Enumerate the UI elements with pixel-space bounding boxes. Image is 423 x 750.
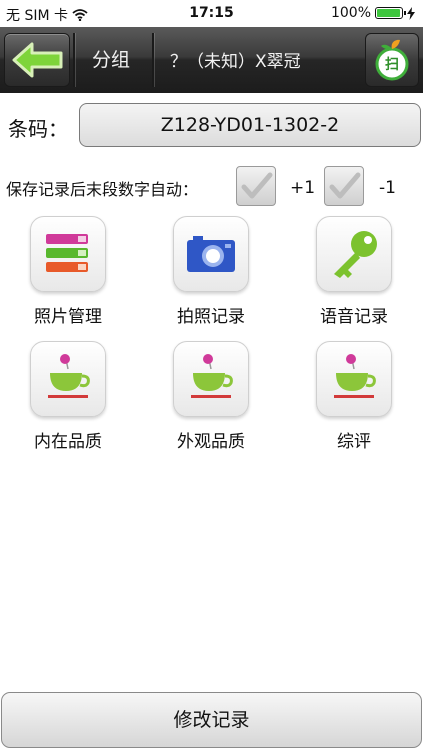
nav-separator [73,33,75,87]
take-photo-button[interactable] [173,216,249,292]
barcode-label: 条码： [8,117,68,141]
nav-separator [152,33,154,87]
outer-quality-button[interactable] [173,341,249,417]
scan-label: 扫 [385,57,399,73]
inner-quality-button[interactable] [30,341,106,417]
back-arrow-icon [12,42,63,78]
overall-review-button[interactable] [316,341,392,417]
check-icon [241,172,273,199]
overall-review-label: 综评 [337,432,371,452]
battery-fill [377,9,400,17]
group-button[interactable]: 分组 [92,45,130,72]
photo-manage-icon [46,234,88,272]
battery-icon [375,7,406,19]
tea-cup-icon [334,354,376,398]
battery-percent: 100% [330,5,371,21]
plus-one-label: +1 [290,178,316,198]
tea-cup-icon [48,354,90,398]
outer-quality-label: 外观品质 [177,432,245,452]
camera-icon [187,236,235,272]
auto-increment-label: 保存记录后末段数字自动： [6,180,199,199]
photo-manage-button[interactable] [30,216,106,292]
minus-one-checkbox[interactable] [324,166,364,206]
back-button[interactable] [4,33,70,87]
barcode-field[interactable]: Z128-YD01-1302-2 [79,103,421,147]
voice-record-button[interactable] [316,216,392,292]
status-bar: 无 SIM 卡 17:15 100% [0,0,423,27]
charging-icon [407,6,415,20]
minus-one-label: -1 [379,178,396,198]
photo-manage-label: 照片管理 [34,307,102,327]
modify-record-button[interactable]: 修改记录 [1,692,422,748]
nav-bar: 分组 ？（未知）X翠冠 扫 [0,27,423,93]
voice-record-label: 语音记录 [320,307,388,327]
scan-button[interactable]: 扫 [365,33,419,87]
battery-group: 100% [331,5,415,21]
nav-title: ？（未知）X翠冠 [170,52,301,72]
check-icon [329,172,361,199]
take-photo-label: 拍照记录 [177,307,245,327]
plus-one-checkbox[interactable] [236,166,276,206]
key-icon [334,231,377,278]
tea-cup-icon [191,354,233,398]
inner-quality-label: 内在品质 [34,432,102,452]
